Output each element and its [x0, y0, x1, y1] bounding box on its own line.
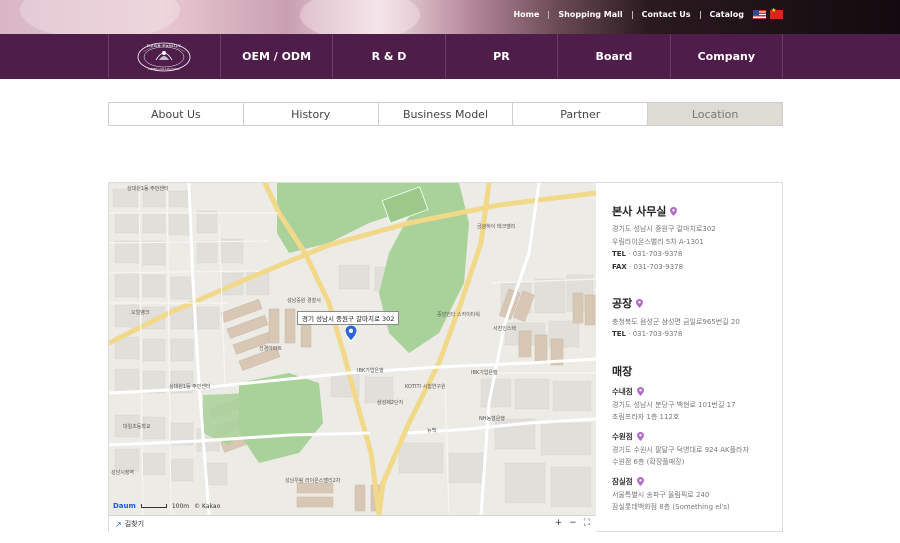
tab-about-us[interactable]: About Us	[109, 103, 244, 125]
route-icon: ↗	[115, 519, 122, 529]
hq-tel: TEL · 031-703-9378	[612, 250, 682, 258]
company-sub-tabs: About Us History Business Model Partner …	[108, 102, 783, 126]
hq-address-line1: 경기도 성남시 중원구 갈마치로302	[612, 225, 716, 233]
hq-fax-value: · 031-703-9378	[629, 263, 684, 271]
factory-address: 충청북도 음성군 삼성면 금일로965번길 20	[612, 318, 740, 326]
branch-address-line2: 잠실롯데백화점 8층 (Something el's)	[612, 503, 730, 511]
map-marker-icon[interactable]	[345, 325, 357, 341]
top-links: Home Shopping Mall Contact Us Catalog	[513, 10, 782, 19]
map-label: 상대원1동 주민센터	[169, 384, 211, 390]
branch-name: 수내점	[612, 387, 633, 396]
location-pin-icon	[670, 206, 678, 216]
map-label: 성남시청역	[111, 470, 135, 476]
location-pin-icon	[636, 432, 644, 441]
map-label: 금광하이 테크밸리	[477, 224, 516, 230]
map-label: 오일뱅크	[131, 310, 150, 316]
zoom-in-button[interactable]: +	[555, 518, 563, 528]
map-label: IBK기업은행	[471, 370, 498, 376]
map-label: 뉴백	[427, 428, 437, 434]
map-label: 선경아파트	[259, 346, 283, 352]
tab-partner[interactable]: Partner	[513, 103, 649, 125]
map-label: 서진인스텍	[493, 326, 517, 332]
branch-name: 수원점	[612, 432, 633, 441]
nav-oem-odm[interactable]: OEM / ODM	[221, 34, 334, 79]
zoom-controls: + − ⛶	[555, 518, 590, 528]
store-title-text: 매장	[612, 365, 633, 378]
location-card: 상대원1동 주민센터 성남중원 경찰서 IBK기업은행 삼성제2단지 중앙인더 …	[108, 182, 783, 532]
branch-sunae-title: 수내점	[612, 386, 644, 397]
map-canvas[interactable]	[109, 183, 596, 515]
branch-address-line2: 수원점 6층 (확장플매장)	[612, 458, 685, 466]
factory-tel-label: TEL	[612, 330, 627, 338]
tab-business-model[interactable]: Business Model	[378, 103, 514, 125]
logo-bottom-text: HERB COLLECTION	[149, 67, 181, 71]
route-label: 길찾기	[124, 520, 145, 528]
map-label: 성남중원 경찰서	[287, 298, 321, 304]
branch-address-line1: 서울특별시 송파구 올림픽로 240	[612, 491, 710, 499]
factory-title-text: 공장	[612, 297, 633, 310]
map-copyright: © Kakao	[194, 502, 221, 510]
hq-address-line2: 우림라이온스밸리 5차 A-1301	[612, 238, 704, 246]
location-pin-icon	[636, 387, 644, 396]
logo-emblem-icon: HERB FAMILY HERB COLLECTION	[138, 42, 191, 71]
hq-fax-label: FAX	[612, 263, 627, 271]
hq-title: 본사 사무실	[612, 203, 678, 219]
nav-pr[interactable]: PR	[446, 34, 559, 79]
location-info-panel: 본사 사무실 경기도 성남시 중원구 갈마치로302 우림라이온스밸리 5차 A…	[596, 183, 783, 532]
factory-tel: TEL · 031-703-9378	[612, 330, 682, 338]
hq-tel-value: · 031-703-9378	[628, 250, 683, 258]
home-link[interactable]: Home	[513, 10, 539, 19]
route-button[interactable]: ↗ 길찾기	[115, 519, 144, 529]
map-label: 성남우림 라이온스밸리2차	[285, 478, 341, 484]
top-utility-bar: Home Shopping Mall Contact Us Catalog	[0, 0, 900, 34]
nav-r-and-d[interactable]: R & D	[333, 34, 446, 79]
tab-history[interactable]: History	[243, 103, 379, 125]
nav-board[interactable]: Board	[558, 34, 671, 79]
nav-company[interactable]: Company	[671, 34, 784, 79]
daum-logo: Daum	[113, 502, 136, 510]
branch-address-line1: 경기도 성남시 분당구 백현로 101번길 17	[612, 401, 736, 409]
hq-title-text: 본사 사무실	[612, 205, 667, 218]
map-label: KOTITI 시험연구원	[405, 384, 446, 390]
catalog-link[interactable]: Catalog	[710, 10, 744, 19]
tab-location[interactable]: Location	[648, 103, 782, 125]
map-label: IBK기업은행	[357, 368, 384, 374]
us-flag-icon[interactable]	[753, 10, 766, 19]
store-title: 매장	[612, 363, 632, 379]
hq-fax: FAX · 031-703-9378	[612, 263, 683, 271]
map-toolbar: ↗ 길찾기 + − ⛶	[109, 515, 596, 532]
location-pin-icon	[636, 477, 644, 486]
fullscreen-button[interactable]: ⛶	[584, 518, 590, 528]
herb-family-logo[interactable]: HERB FAMILY HERB COLLECTION	[109, 34, 221, 79]
branch-address-line2: 초림프라자 1층 112호	[612, 413, 680, 421]
map-label: NH농협은행	[479, 416, 505, 422]
china-flag-icon[interactable]	[770, 7, 783, 19]
factory-tel-value: · 031-703-9378	[628, 330, 683, 338]
zoom-out-button[interactable]: −	[569, 518, 577, 528]
contact-us-link[interactable]: Contact Us	[642, 10, 691, 19]
branch-name: 잠실점	[612, 477, 633, 486]
map-scale: Daum 100m © Kakao	[113, 502, 220, 510]
map-label: 중앙인더 스카이타워	[437, 312, 480, 318]
map-label: 삼성제2단지	[377, 400, 404, 406]
scale-label: 100m	[171, 502, 190, 510]
map-view[interactable]: 상대원1동 주민센터 성남중원 경찰서 IBK기업은행 삼성제2단지 중앙인더 …	[109, 183, 596, 515]
shopping-mall-link[interactable]: Shopping Mall	[558, 10, 622, 19]
branch-jamsil-title: 잠실점	[612, 476, 644, 487]
branch-address-line1: 경기도 수원시 팔달구 덕영대로 924 AK플라자	[612, 446, 749, 454]
branch-suwon-title: 수원점	[612, 431, 644, 442]
main-nav: HERB FAMILY HERB COLLECTION OEM / ODM R …	[0, 34, 900, 79]
location-pin-icon	[636, 298, 644, 308]
map-label: 대일초등학교	[123, 424, 151, 430]
factory-title: 공장	[612, 295, 644, 311]
logo-top-text: HERB FAMILY	[147, 43, 182, 48]
map-address-tooltip: 경기 성남시 중원구 갈마치로 302	[297, 311, 400, 325]
hq-tel-label: TEL	[612, 250, 627, 258]
map-label: 상대원1동 주민센터	[127, 186, 169, 192]
